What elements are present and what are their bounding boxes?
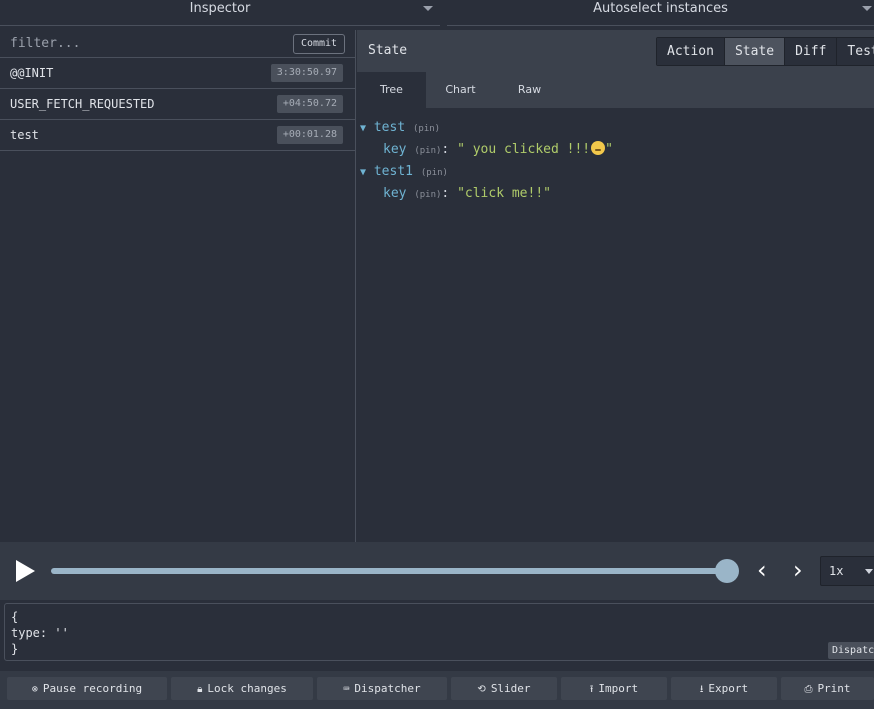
pin-link[interactable]: (pin)	[413, 124, 440, 134]
step-forward-icon[interactable]: ›	[793, 556, 803, 584]
action-name: test	[10, 128, 39, 142]
button-label: Lock changes	[207, 682, 287, 695]
action-time: +00:01.28	[276, 126, 343, 144]
state-panel: State Action State Diff Test Tree Chart …	[357, 30, 874, 542]
monitor-select[interactable]: Inspector	[0, 0, 440, 26]
play-icon[interactable]	[16, 560, 35, 582]
step-back-icon[interactable]: ‹	[757, 556, 767, 584]
action-item[interactable]: test +00:01.28	[0, 120, 355, 151]
action-item[interactable]: USER_FETCH_REQUESTED +04:50.72	[0, 89, 355, 120]
timeline-track[interactable]	[51, 568, 727, 574]
smile-emoji-icon	[591, 141, 606, 155]
tab-test[interactable]: Test	[837, 38, 874, 65]
button-label: Pause recording	[42, 682, 143, 695]
speed-select[interactable]: 1x	[820, 556, 874, 586]
button-label: Slider	[490, 682, 531, 695]
pause-recording-button[interactable]: ⊗ Pause recording	[7, 677, 167, 700]
slider-bar: ‹ › 1x	[0, 542, 874, 600]
tree-key: key	[383, 186, 407, 201]
action-time: +04:50.72	[276, 95, 343, 113]
state-header: State Action State Diff Test	[357, 30, 874, 72]
monitor-select-label: Inspector	[189, 1, 251, 16]
tab-diff[interactable]: Diff	[785, 38, 838, 65]
state-tree: ▼ test (pin) key (pin): " you clicked !!…	[357, 108, 874, 205]
print-icon: ⎙	[804, 684, 813, 695]
upload-icon: ⭱	[589, 684, 594, 695]
dispatch-button[interactable]: Dispatch	[828, 642, 874, 659]
download-icon: ⭳	[699, 684, 704, 695]
instance-select-label: Autoselect instances	[593, 1, 728, 16]
pin-link[interactable]: (pin)	[414, 146, 441, 156]
subtab-chart[interactable]: Chart	[426, 72, 495, 108]
action-name: USER_FETCH_REQUESTED	[10, 97, 155, 111]
tree-leaf: key (pin): "click me!!"	[383, 186, 551, 201]
tab-action[interactable]: Action	[657, 38, 725, 65]
filter-row: Commit	[0, 30, 355, 58]
tree-key: test1	[373, 164, 413, 179]
action-time: 3:30:50.97	[270, 64, 343, 82]
top-bar: Inspector Autoselect instances	[0, 0, 874, 30]
tree-value: " you clicked !!!	[457, 142, 591, 157]
tab-state[interactable]: State	[724, 38, 786, 65]
action-name: @@INIT	[10, 66, 54, 80]
lock-changes-button[interactable]: 🔒︎ Lock changes	[171, 677, 313, 700]
chevron-down-icon	[862, 6, 872, 11]
filter-input[interactable]	[0, 30, 285, 57]
tree-node[interactable]: ▼ test (pin)	[357, 117, 874, 139]
import-button[interactable]: ⭱ Import	[561, 677, 667, 700]
view-tab-group: Action State Diff Test	[656, 37, 874, 66]
button-label: Dispatcher	[354, 682, 421, 695]
subtab-tree[interactable]: Tree	[357, 72, 426, 108]
pin-link[interactable]: (pin)	[414, 190, 441, 200]
instance-select[interactable]: Autoselect instances	[447, 0, 874, 26]
chevron-down-icon	[865, 569, 873, 574]
button-label: Export	[708, 682, 749, 695]
chevron-down-icon	[423, 6, 433, 11]
tree-leaf: key (pin): " you clicked !!! "	[383, 141, 613, 157]
history-icon: ⟲	[477, 684, 486, 695]
button-label: Import	[598, 682, 639, 695]
tree-value-end: "	[605, 142, 613, 157]
action-list-panel: Commit @@INIT 3:30:50.97 USER_FETCH_REQU…	[0, 30, 356, 542]
tree-key: test	[373, 120, 406, 135]
action-item[interactable]: @@INIT 3:30:50.97	[0, 58, 355, 89]
export-button[interactable]: ⭳ Export	[671, 677, 777, 700]
dispatcher-editor[interactable]: { type: '' }	[4, 603, 874, 661]
button-label: Print	[817, 682, 851, 695]
commit-button[interactable]: Commit	[293, 34, 345, 54]
subtab-bar: Tree Chart Raw	[357, 72, 874, 108]
subtab-raw[interactable]: Raw	[495, 72, 564, 108]
speed-value: 1x	[829, 564, 844, 578]
tree-node[interactable]: ▼ test1 (pin)	[357, 161, 874, 183]
panel-title: State	[368, 43, 408, 58]
record-icon: ⊗	[31, 684, 38, 695]
tree-value: "click me!!"	[457, 186, 551, 201]
keyboard-icon: ⌨	[343, 684, 350, 695]
tree-key: key	[383, 142, 407, 157]
expand-arrow-icon[interactable]: ▼	[360, 167, 366, 178]
expand-arrow-icon[interactable]: ▼	[360, 123, 366, 134]
timeline-handle[interactable]	[715, 559, 739, 583]
dispatcher-button[interactable]: ⌨ Dispatcher	[317, 677, 447, 700]
lock-icon: 🔒︎	[197, 684, 203, 695]
slider-button[interactable]: ⟲ Slider	[451, 677, 557, 700]
print-button[interactable]: ⎙ Print	[781, 677, 874, 700]
bottom-toolbar: ⊗ Pause recording 🔒︎ Lock changes ⌨ Dispatc…	[0, 671, 874, 709]
pin-link[interactable]: (pin)	[421, 168, 448, 178]
